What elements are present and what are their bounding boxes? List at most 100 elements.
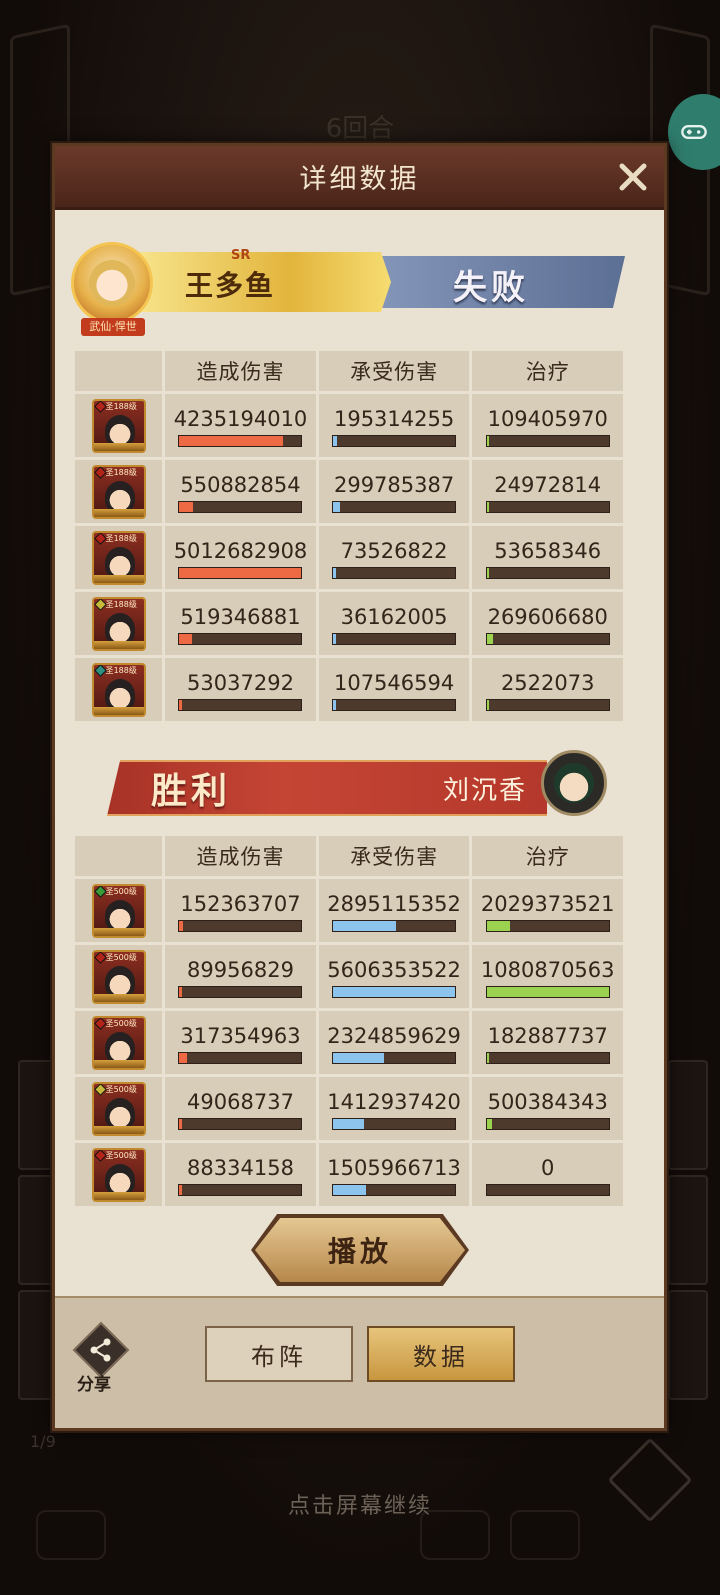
table-row: 圣500级 89956829 5606353522 1080870563 xyxy=(75,945,624,1008)
healing-value: 269606680 xyxy=(487,604,608,629)
table-row: 圣500级 317354963 2324859629 182887737 xyxy=(75,1011,624,1074)
damage-dealt-value: 49068737 xyxy=(187,1089,294,1114)
healing-bar-fill xyxy=(486,986,609,997)
hero-faction-gem xyxy=(93,400,107,413)
healing-bar xyxy=(485,1117,610,1130)
damage-taken-bar-fill xyxy=(333,501,340,512)
hero-portrait[interactable]: 圣500级 xyxy=(91,949,146,1004)
hero-portrait[interactable]: 圣500级 xyxy=(91,1147,146,1202)
stats-table-bottom: 造成伤害 承受伤害 治疗 圣500级 152363707 2895115352 202… xyxy=(75,836,624,1209)
hero-level: 圣188级 xyxy=(105,467,137,477)
table-header-row: 造成伤害 承受伤害 治疗 xyxy=(75,351,624,391)
hero-portrait[interactable]: 圣188级 xyxy=(91,596,146,651)
damage-dealt-bar-fill xyxy=(179,567,302,578)
hero-faction-gem xyxy=(93,885,107,898)
damage-dealt-bar xyxy=(178,985,303,998)
healing-bar-fill xyxy=(486,1052,490,1063)
damage-dealt-value: 4235194010 xyxy=(173,406,308,431)
hero-portrait[interactable]: 圣188级 xyxy=(91,398,146,453)
healing-bar xyxy=(485,500,610,513)
damage-dealt-bar xyxy=(178,698,303,711)
damage-dealt-value: 53037292 xyxy=(187,670,294,695)
damage-taken-bar xyxy=(332,566,457,579)
healing-value: 2522073 xyxy=(500,670,595,695)
healing-bar xyxy=(485,985,610,998)
damage-taken-value: 1412937420 xyxy=(327,1089,461,1114)
stats-table-top: 造成伤害 承受伤害 治疗 圣188级 4235194010 195314255 109… xyxy=(75,351,624,724)
damage-taken-bar xyxy=(332,1051,457,1064)
rarity-tag: SR xyxy=(231,248,251,263)
healing-bar xyxy=(485,566,610,579)
panel-title: 详细数据 xyxy=(299,164,420,195)
table-row: 圣188级 53037292 107546594 2522073 xyxy=(75,658,624,721)
damage-taken-bar-fill xyxy=(333,986,456,997)
hero-portrait[interactable]: 圣500级 xyxy=(91,883,146,938)
column-header-damage-taken: 承受伤害 xyxy=(350,845,439,869)
tab-data[interactable]: 数据 xyxy=(367,1326,515,1382)
damage-dealt-bar-fill xyxy=(179,1052,188,1063)
damage-taken-bar-fill xyxy=(333,1052,384,1063)
damage-dealt-bar-fill xyxy=(179,920,184,931)
damage-taken-value: 1505966713 xyxy=(327,1155,461,1180)
healing-bar-fill xyxy=(486,501,490,512)
damage-dealt-bar-fill xyxy=(179,633,193,644)
damage-taken-value: 5606353522 xyxy=(327,957,461,982)
column-header-damage-dealt: 造成伤害 xyxy=(196,360,285,384)
hero-portrait[interactable]: 圣500级 xyxy=(91,1081,146,1136)
damage-dealt-value: 519346881 xyxy=(180,604,301,629)
hero-level: 圣500级 xyxy=(105,1084,137,1094)
damage-dealt-bar-fill xyxy=(179,435,283,446)
damage-taken-bar-fill xyxy=(333,920,397,931)
page-counter: 1/9 xyxy=(30,1432,56,1451)
table-row: 圣500级 152363707 2895115352 2029373521 xyxy=(75,879,624,942)
hero-portrait[interactable]: 圣188级 xyxy=(91,530,146,585)
result-label-win: 胜利 xyxy=(151,770,232,812)
damage-dealt-bar-fill xyxy=(179,986,182,997)
damage-dealt-bar-fill xyxy=(179,1118,182,1129)
share-label: 分享 xyxy=(77,1375,111,1395)
damage-taken-value: 2324859629 xyxy=(327,1023,461,1048)
damage-taken-bar xyxy=(332,632,457,645)
continue-hint[interactable]: 点击屏幕继续 xyxy=(0,1488,720,1520)
damage-dealt-bar xyxy=(178,1051,303,1064)
healing-bar xyxy=(485,1051,610,1064)
damage-dealt-bar xyxy=(178,566,303,579)
player-avatar[interactable] xyxy=(541,750,607,816)
player-avatar[interactable] xyxy=(71,242,153,324)
round-label: 6回合 xyxy=(325,114,395,144)
team-banner-bottom: 胜利 刘沉香 xyxy=(55,740,664,840)
healing-bar-fill xyxy=(486,920,510,931)
table-row: 圣500级 88334158 1505966713 0 xyxy=(75,1143,624,1206)
damage-taken-bar-fill xyxy=(333,699,336,710)
damage-taken-bar xyxy=(332,919,457,932)
healing-value: 1080870563 xyxy=(480,957,615,982)
hero-portrait[interactable]: 圣500级 xyxy=(91,1015,146,1070)
table-header-row: 造成伤害 承受伤害 治疗 xyxy=(75,836,624,876)
hero-portrait[interactable]: 圣188级 xyxy=(91,662,146,717)
damage-dealt-bar xyxy=(178,500,303,513)
hero-faction-gem xyxy=(93,598,107,611)
damage-taken-bar xyxy=(332,698,457,711)
damage-dealt-bar-fill xyxy=(179,699,182,710)
gamepad-icon xyxy=(681,125,707,139)
team-banner-top: SR 王多鱼 失败 武仙·悍世 xyxy=(55,234,664,336)
damage-taken-bar xyxy=(332,1117,457,1130)
play-button[interactable]: 播放 xyxy=(255,1218,465,1282)
damage-dealt-bar xyxy=(178,632,303,645)
hero-faction-gem xyxy=(93,1083,107,1096)
tab-lineup[interactable]: 布阵 xyxy=(205,1326,353,1382)
damage-taken-value: 36162005 xyxy=(340,604,448,629)
share-button[interactable]: 分享 xyxy=(72,1321,130,1395)
close-button[interactable] xyxy=(616,160,650,194)
healing-value: 2029373521 xyxy=(480,891,615,916)
healing-bar-fill xyxy=(486,567,490,578)
share-icon xyxy=(90,1338,111,1362)
healing-value: 0 xyxy=(541,1155,555,1180)
hero-portrait[interactable]: 圣188级 xyxy=(91,464,146,519)
healing-value: 500384343 xyxy=(487,1089,608,1114)
healing-value: 53658346 xyxy=(494,538,602,563)
hero-level: 圣188级 xyxy=(105,665,137,675)
hero-faction-gem xyxy=(93,466,107,479)
healing-value: 24972814 xyxy=(494,472,602,497)
damage-dealt-bar xyxy=(178,434,303,447)
